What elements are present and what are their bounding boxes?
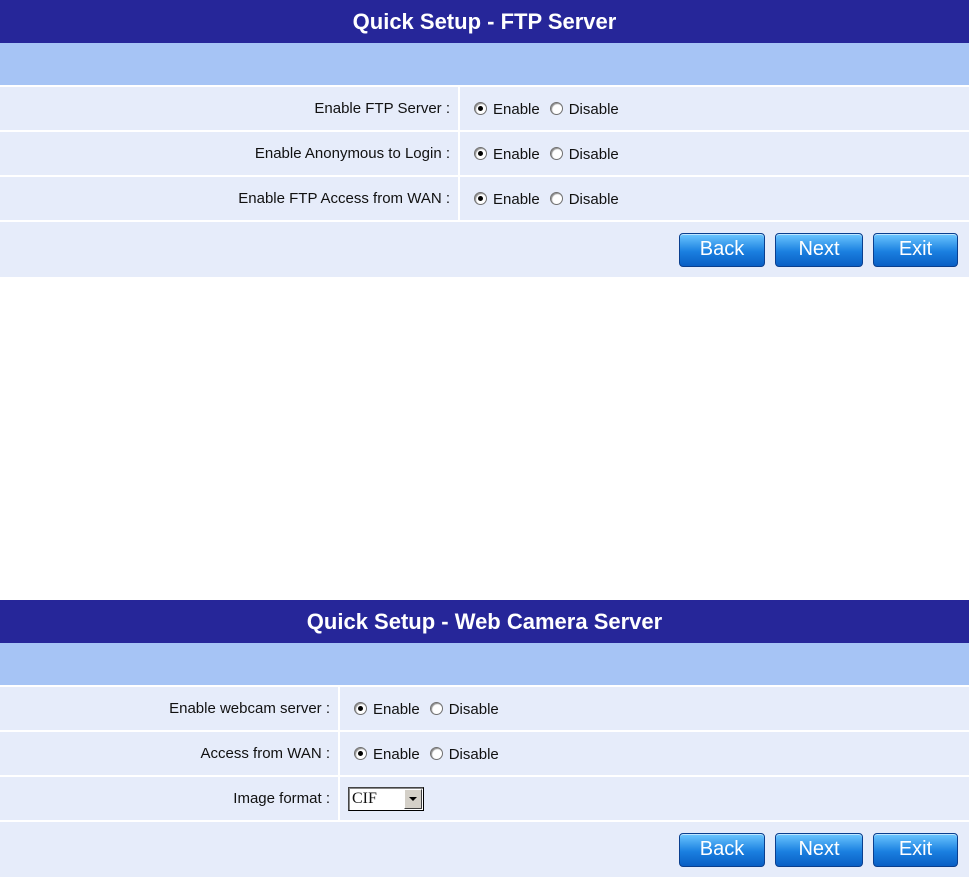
ftp-server-row: Enable FTP Server : Enable Disable — [0, 87, 969, 132]
webcam-wan-access-row: Access from WAN : Enable Disable — [0, 732, 969, 777]
radio-unchecked-icon — [429, 747, 443, 760]
ftp-server-disable-radio[interactable]: Disable — [549, 97, 619, 120]
image-format-value: CIF — [352, 789, 377, 807]
anonymous-login-row: Enable Anonymous to Login : Enable Disab… — [0, 132, 969, 177]
webcam-header-band — [0, 643, 969, 687]
webcam-wan-access-disable-radio[interactable]: Disable — [429, 742, 499, 765]
anonymous-login-options: Enable Disable — [460, 132, 629, 175]
radio-label: Disable — [568, 191, 619, 208]
radio-checked-icon — [474, 147, 487, 160]
webcam-wan-access-enable-radio[interactable]: Enable — [354, 742, 420, 765]
webcam-next-button[interactable]: Next — [775, 832, 863, 867]
radio-label: Enable — [493, 146, 540, 163]
anonymous-login-disable-radio[interactable]: Disable — [549, 142, 619, 165]
anonymous-login-enable-radio[interactable]: Enable — [474, 142, 540, 165]
ftp-wan-access-disable-radio[interactable]: Disable — [549, 187, 619, 210]
webcam-panel-title: Quick Setup - Web Camera Server — [0, 600, 969, 643]
radio-checked-icon — [474, 102, 487, 115]
webcam-button-bar: Back Next Exit — [0, 822, 969, 877]
ftp-exit-button[interactable]: Exit — [873, 232, 958, 267]
webcam-wan-access-options: Enable Disable — [340, 732, 509, 775]
radio-unchecked-icon — [549, 147, 563, 160]
webcam-back-button[interactable]: Back — [679, 832, 765, 867]
image-format-control: CIF — [340, 777, 424, 820]
radio-label: Enable — [493, 101, 540, 118]
webcam-wan-access-label: Access from WAN : — [0, 732, 340, 775]
radio-label: Enable — [373, 746, 420, 763]
radio-label: Disable — [448, 746, 499, 763]
webcam-setup-panel: Quick Setup - Web Camera Server Enable w… — [0, 600, 969, 884]
image-format-label: Image format : — [0, 777, 340, 820]
ftp-wan-access-enable-radio[interactable]: Enable — [474, 187, 540, 210]
radio-checked-icon — [354, 702, 367, 715]
image-format-row: Image format : CIF — [0, 777, 969, 822]
ftp-setup-panel: Quick Setup - FTP Server Enable FTP Serv… — [0, 0, 969, 279]
webcam-server-label: Enable webcam server : — [0, 687, 340, 730]
radio-checked-icon — [474, 192, 487, 205]
radio-label: Disable — [568, 101, 619, 118]
image-format-select[interactable]: CIF — [348, 786, 424, 811]
webcam-exit-button[interactable]: Exit — [873, 832, 958, 867]
radio-unchecked-icon — [429, 702, 443, 715]
radio-label: Disable — [448, 701, 499, 718]
ftp-button-bar: Back Next Exit — [0, 222, 969, 277]
ftp-wan-access-label: Enable FTP Access from WAN : — [0, 177, 460, 220]
webcam-server-options: Enable Disable — [340, 687, 509, 730]
ftp-header-band — [0, 43, 969, 87]
ftp-server-label: Enable FTP Server : — [0, 87, 460, 130]
ftp-back-button[interactable]: Back — [679, 232, 765, 267]
radio-unchecked-icon — [549, 102, 563, 115]
webcam-server-enable-radio[interactable]: Enable — [354, 697, 420, 720]
radio-checked-icon — [354, 747, 367, 760]
ftp-wan-access-options: Enable Disable — [460, 177, 629, 220]
radio-unchecked-icon — [549, 192, 563, 205]
dropdown-arrow-icon[interactable] — [404, 788, 422, 809]
radio-label: Enable — [373, 701, 420, 718]
ftp-wan-access-row: Enable FTP Access from WAN : Enable Disa… — [0, 177, 969, 222]
webcam-server-disable-radio[interactable]: Disable — [429, 697, 499, 720]
ftp-server-options: Enable Disable — [460, 87, 629, 130]
ftp-next-button[interactable]: Next — [775, 232, 863, 267]
radio-label: Disable — [568, 146, 619, 163]
radio-label: Enable — [493, 191, 540, 208]
ftp-server-enable-radio[interactable]: Enable — [474, 97, 540, 120]
anonymous-login-label: Enable Anonymous to Login : — [0, 132, 460, 175]
ftp-panel-title: Quick Setup - FTP Server — [0, 0, 969, 43]
webcam-server-row: Enable webcam server : Enable Disable — [0, 687, 969, 732]
